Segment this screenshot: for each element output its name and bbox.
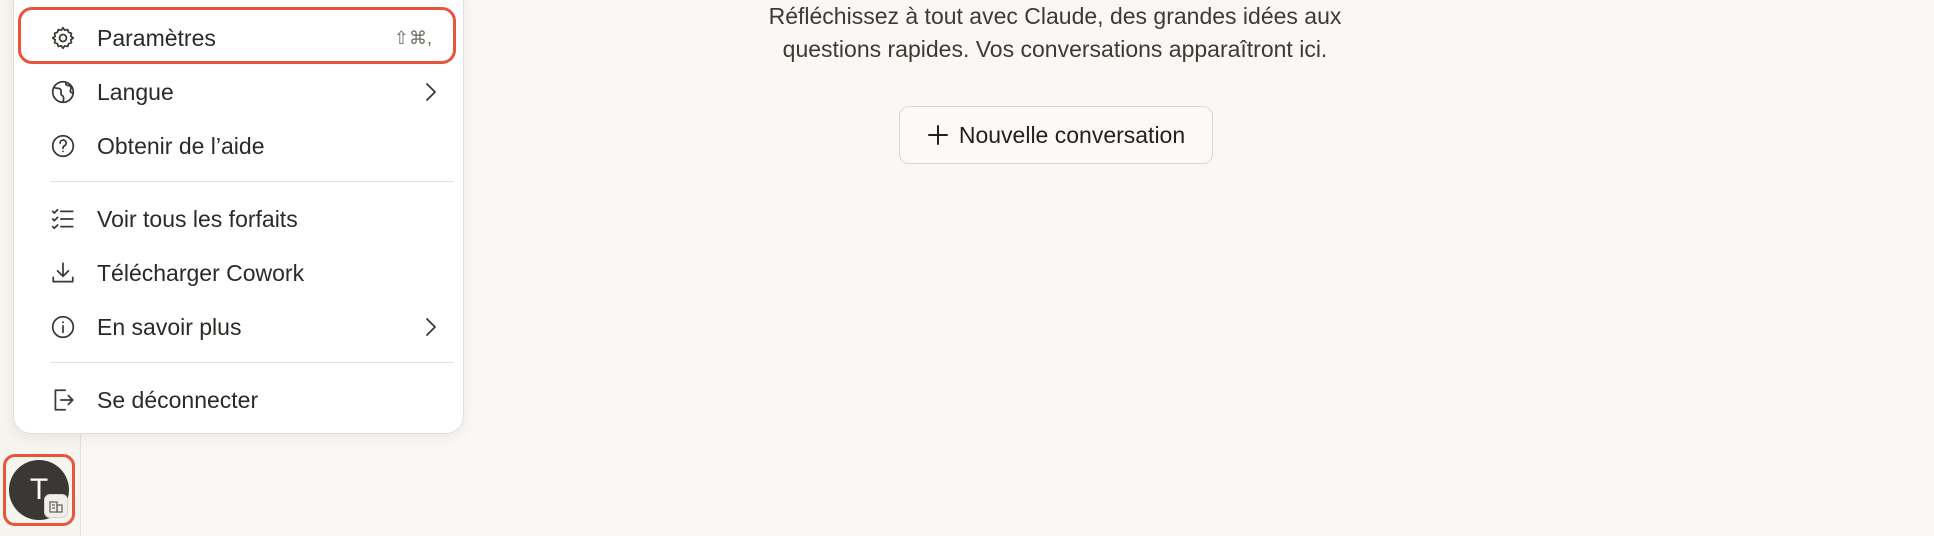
menu-item-label: Obtenir de l’aide [97, 132, 265, 159]
menu-divider [50, 362, 454, 363]
logout-icon [50, 387, 76, 413]
plus-icon [927, 124, 949, 146]
download-icon [50, 260, 76, 286]
menu-item-help[interactable]: Obtenir de l’aide [36, 120, 454, 172]
menu-item-download[interactable]: Télécharger Cowork [36, 247, 454, 299]
account-menu: Paramètres ⇧⌘, Langue Obtenir de l’aide … [13, 0, 464, 434]
menu-item-learn-more[interactable]: En savoir plus [36, 301, 454, 353]
settings-highlight [18, 7, 456, 64]
chevron-right-icon [418, 315, 442, 339]
checklist-icon [50, 206, 76, 232]
menu-item-language[interactable]: Langue [36, 66, 454, 118]
chevron-right-icon [418, 80, 442, 104]
menu-item-label: En savoir plus [97, 313, 242, 340]
menu-item-label: Langue [97, 78, 174, 105]
menu-item-label: Se déconnecter [97, 386, 259, 413]
info-icon [50, 314, 76, 340]
menu-divider [50, 181, 454, 182]
empty-state-line-1: Réfléchissez à tout avec Claude, des gra… [768, 3, 1342, 29]
new-conversation-button[interactable]: Nouvelle conversation [899, 106, 1213, 164]
avatar-highlight [3, 454, 75, 526]
menu-item-logout[interactable]: Se déconnecter [36, 374, 454, 426]
globe-icon [50, 79, 76, 105]
new-conversation-label: Nouvelle conversation [958, 121, 1186, 148]
app-window: Réfléchissez à tout avec Claude, des gra… [0, 0, 1934, 536]
menu-item-label: Voir tous les forfaits [97, 205, 298, 232]
help-circle-icon [50, 133, 76, 159]
empty-state-message: Réfléchissez à tout avec Claude, des gra… [740, 0, 1370, 66]
empty-state-line-2: questions rapides. Vos conversations app… [782, 36, 1328, 62]
menu-item-plans[interactable]: Voir tous les forfaits [36, 193, 454, 245]
menu-item-label: Télécharger Cowork [97, 259, 305, 286]
